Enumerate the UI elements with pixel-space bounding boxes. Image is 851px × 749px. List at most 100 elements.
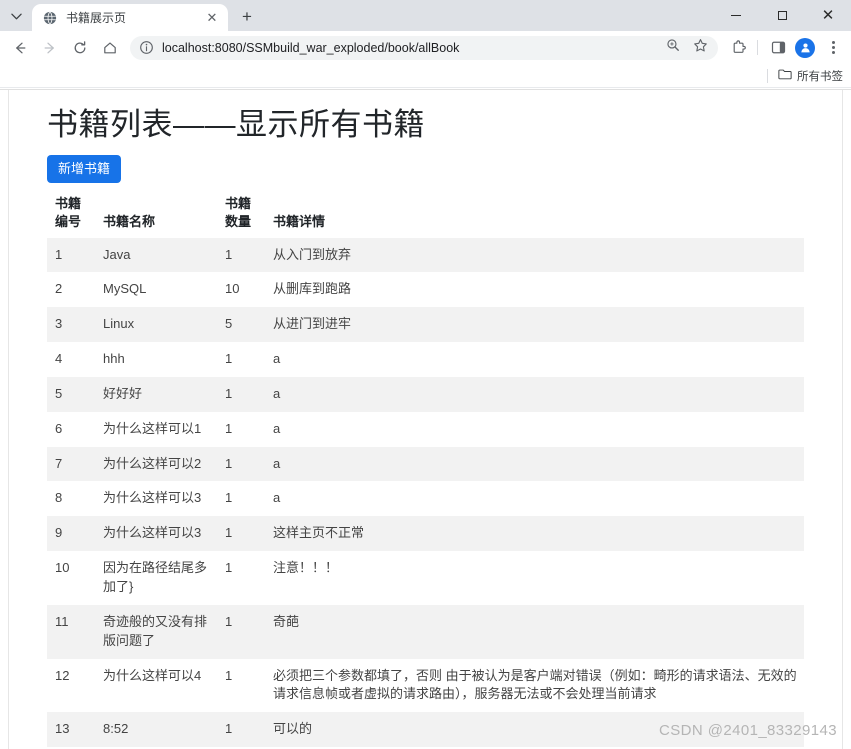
table-row: 1 Java 1 从入门到放弃: [47, 237, 804, 273]
zoom-search-icon[interactable]: [666, 38, 680, 57]
puzzle-icon[interactable]: [726, 35, 752, 61]
column-header-desc: 书籍详情: [273, 213, 326, 229]
cell-book-qty: 1: [225, 351, 233, 367]
column-header-qty: 书籍 数量: [225, 196, 252, 229]
cell-book-desc: 注意！！！: [273, 560, 339, 576]
cell-book-desc: a: [273, 420, 281, 436]
cell-book-id: 2: [55, 281, 63, 297]
table-row: 4 hhh 1 a: [47, 342, 804, 377]
cell-book-name: hhh: [103, 351, 125, 367]
cell-book-desc: 从进门到进牢: [273, 316, 352, 332]
cell-book-desc: a: [273, 351, 281, 367]
cell-book-name: 8:52: [103, 721, 129, 737]
home-icon[interactable]: [96, 34, 124, 62]
table-row: 10 因为在路径结尾多加了} 1 注意！！！: [47, 551, 804, 605]
cell-book-desc: 这样主页不正常: [273, 525, 365, 541]
folder-icon: [778, 68, 792, 83]
minimize-button[interactable]: [713, 0, 759, 31]
cell-book-qty: 1: [225, 385, 233, 401]
cell-book-qty: 1: [225, 560, 233, 576]
cell-book-name: 为什么这样可以2: [103, 455, 202, 471]
cell-book-desc: 从入门到放弃: [273, 246, 352, 262]
browser-titlebar: 书籍展示页 ✕ + ✕: [0, 0, 851, 31]
cell-book-qty: 1: [225, 525, 233, 541]
new-tab-button[interactable]: +: [234, 3, 260, 29]
maximize-button[interactable]: [759, 0, 805, 31]
cell-book-id: 11: [55, 613, 69, 629]
table-row: 11 奇迹般的又没有排版问题了 1 奇葩: [47, 604, 804, 659]
cell-book-name: MySQL: [103, 281, 147, 297]
table-header-row: 书籍 编号 书籍名称 书籍 数量 书籍详情: [47, 195, 804, 237]
cell-book-qty: 5: [225, 316, 233, 332]
cell-book-name: 奇迹般的又没有排版问题了: [103, 613, 208, 648]
cell-book-id: 7: [55, 455, 63, 471]
table-row: 9 为什么这样可以3 1 这样主页不正常: [47, 516, 804, 552]
cell-book-qty: 1: [225, 455, 233, 471]
cell-book-id: 10: [55, 560, 70, 576]
info-circle-icon[interactable]: [139, 40, 154, 55]
back-arrow-icon[interactable]: [6, 34, 34, 62]
bookmarks-bar: 所有书签: [0, 64, 851, 88]
cell-book-desc: 从删库到跑路: [273, 281, 352, 297]
all-bookmarks-label: 所有书签: [797, 70, 843, 83]
cell-book-desc: 奇葩: [273, 613, 300, 629]
add-book-button[interactable]: 新增书籍: [47, 155, 122, 184]
side-panel-icon[interactable]: [765, 35, 791, 61]
tab-search-icon[interactable]: [2, 3, 30, 29]
star-icon[interactable]: [693, 38, 708, 58]
cell-book-name: 因为在路径结尾多加了}: [103, 560, 208, 594]
cell-book-id: 4: [55, 351, 63, 367]
cell-book-qty: 1: [225, 667, 233, 683]
column-header-name: 书籍名称: [103, 213, 156, 229]
cell-book-qty: 1: [225, 420, 233, 436]
cell-book-name: 为什么这样可以1: [103, 420, 202, 436]
browser-toolbar: localhost:8080/SSMbuild_war_exploded/boo…: [0, 31, 851, 64]
table-row: 2 MySQL 10 从删库到跑路: [47, 272, 804, 308]
bookmarks-divider: [767, 68, 768, 83]
page-container: 书籍列表——显示所有书籍 新增书籍 书籍编号 书籍名称 书籍数量 书籍详情: [9, 106, 842, 749]
cell-book-qty: 1: [225, 721, 233, 737]
window-controls: ✕: [713, 0, 851, 31]
cell-book-qty: 1: [225, 246, 233, 262]
globe-icon: [42, 10, 58, 26]
cell-book-qty: 1: [225, 490, 233, 506]
url-text[interactable]: localhost:8080/SSMbuild_war_exploded/boo…: [162, 41, 666, 55]
cell-book-name: 为什么这样可以3: [103, 490, 202, 506]
three-dot-menu-icon[interactable]: [821, 35, 845, 61]
cell-book-desc: a: [273, 385, 281, 401]
cell-book-id: 13: [55, 721, 70, 737]
all-bookmarks-button[interactable]: 所有书签: [778, 68, 843, 84]
book-table-body: 1 Java 1 从入门到放弃 2 MySQL 10 从删库到跑路 3 Linux 5 从进门到进牢 4…: [47, 237, 804, 749]
cell-book-name: 为什么这样可以4: [103, 667, 202, 683]
cell-book-name: 好好好: [103, 385, 143, 401]
watermark-text: CSDN @2401_83329143: [659, 722, 837, 739]
cell-book-name: Java: [103, 246, 131, 262]
toolbar-divider: [757, 40, 758, 55]
page-title: 书籍列表——显示所有书籍: [47, 107, 425, 142]
cell-book-id: 6: [55, 420, 63, 436]
window-close-button[interactable]: ✕: [805, 0, 851, 31]
cell-book-id: 9: [55, 525, 63, 541]
cell-book-qty: 10: [225, 281, 240, 297]
table-row: 6 为什么这样可以1 1 a: [47, 411, 804, 447]
cell-book-id: 12: [55, 667, 70, 683]
cell-book-name: 为什么这样可以3: [103, 525, 202, 541]
cell-book-id: 5: [55, 385, 63, 401]
browser-tab[interactable]: 书籍展示页 ✕: [32, 4, 228, 31]
table-row: 12 为什么这样可以4 1 必须把三个参数都填了，否则 由于被认为是客户端对错误（例如…: [47, 658, 804, 713]
book-table: 书籍 编号 书籍名称 书籍 数量 书籍详情 1 Java 1 从入门到放弃 2 MySQL 10…: [47, 195, 804, 749]
cell-book-name: Linux: [103, 316, 135, 332]
profile-avatar-icon[interactable]: [795, 37, 815, 58]
close-icon[interactable]: ✕: [204, 10, 220, 26]
browser-window: 书籍展示页 ✕ + ✕ localhost:8080/SSMbuild_war_…: [0, 0, 851, 749]
page-viewport: 书籍列表——显示所有书籍 新增书籍 书籍编号 书籍名称 书籍数量 书籍详情: [0, 89, 851, 749]
address-bar[interactable]: localhost:8080/SSMbuild_war_exploded/boo…: [130, 35, 718, 60]
omnibox-actions: [666, 38, 712, 58]
reload-icon[interactable]: [66, 34, 94, 62]
column-header-id: 书籍 编号: [55, 196, 82, 229]
cell-book-desc: a: [273, 490, 281, 506]
cell-book-desc: a: [273, 455, 281, 471]
cell-book-id: 3: [55, 316, 63, 332]
forward-arrow-icon[interactable]: [36, 34, 64, 62]
cell-book-qty: 1: [225, 613, 233, 629]
